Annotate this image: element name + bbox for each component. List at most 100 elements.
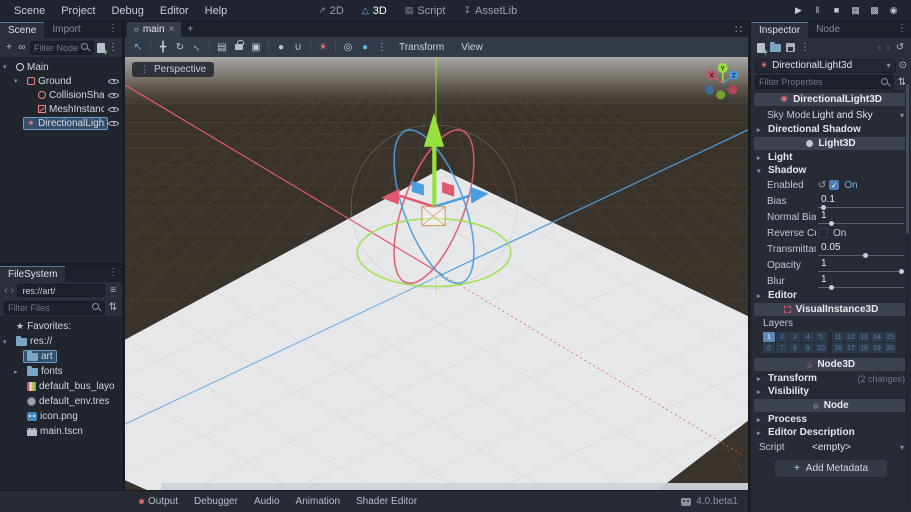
layer-cell-15[interactable]: 15 xyxy=(884,332,896,342)
bottom-panel-output[interactable]: Output xyxy=(131,494,186,509)
layer-cell-20[interactable]: 20 xyxy=(884,343,896,353)
revert-icon[interactable]: ↺ xyxy=(818,180,826,191)
play-scene-button[interactable]: ▦ xyxy=(848,5,863,16)
sun-preview-button[interactable]: ☀ xyxy=(315,42,331,53)
category-visualinstance3d[interactable]: VisualInstance3D xyxy=(754,303,908,316)
viewport-menu-transform[interactable]: Transform xyxy=(391,42,452,53)
workspace-tab-script[interactable]: ▤Script xyxy=(396,4,455,18)
tree-row[interactable]: ▾res:// xyxy=(0,334,122,349)
layer-cell-18[interactable]: 18 xyxy=(858,343,870,353)
snap-button[interactable]: ∪ xyxy=(290,42,306,53)
tree-item[interactable]: ☀DirectionalLight3d xyxy=(23,117,108,130)
section-editor-description[interactable]: ▸ Editor Description xyxy=(753,426,909,439)
category-light3d[interactable]: Light3D xyxy=(754,137,908,150)
property-slider[interactable]: 1 xyxy=(818,275,904,288)
layer-cell-4[interactable]: 4 xyxy=(802,332,814,342)
environment-preview-button[interactable]: ● xyxy=(357,42,373,53)
tree-item[interactable]: main.tscn xyxy=(23,425,87,438)
filesystem-menu-icon[interactable]: ⋮ xyxy=(104,266,122,282)
lock-button[interactable] xyxy=(231,41,247,53)
tab-inspector[interactable]: Inspector xyxy=(751,22,808,38)
new-scene-tab-button[interactable]: + xyxy=(181,22,199,37)
group-button[interactable]: ▣ xyxy=(248,42,264,53)
close-icon[interactable]: × xyxy=(169,24,175,35)
play-button[interactable]: ▶ xyxy=(791,5,806,16)
tab-filesystem[interactable]: FileSystem xyxy=(0,266,65,282)
history-icon[interactable]: ↺ xyxy=(895,42,905,53)
tree-item[interactable]: res:// xyxy=(12,335,56,348)
tree-item[interactable]: default_bus_layout.tres xyxy=(23,380,119,393)
layer-cell-12[interactable]: 12 xyxy=(845,332,857,342)
category-node[interactable]: ○ Node xyxy=(754,399,908,412)
checkbox[interactable] xyxy=(818,228,828,238)
tree-row[interactable]: art xyxy=(0,349,122,364)
tree-row[interactable]: CollisionShape3d xyxy=(0,88,122,102)
tree-item[interactable]: fonts xyxy=(23,365,67,378)
tree-row[interactable]: ▾Ground xyxy=(0,74,122,88)
scene-tab-main[interactable]: ○ main × xyxy=(127,22,181,37)
resource-menu-icon[interactable]: ⋮ xyxy=(800,42,810,53)
inspector-menu-icon[interactable]: ⋮ xyxy=(893,22,911,38)
layer-cell-11[interactable]: 11 xyxy=(832,332,844,342)
menu-scene[interactable]: Scene xyxy=(6,2,53,20)
slider-handle[interactable] xyxy=(829,285,834,290)
movie-maker-button[interactable]: ◉ xyxy=(886,5,901,16)
section-light[interactable]: ▸ Light xyxy=(753,151,909,164)
visibility-toggle-icon[interactable] xyxy=(108,77,119,86)
tree-item[interactable]: icon.png xyxy=(23,410,82,423)
tree-item[interactable]: Ground xyxy=(23,75,75,88)
tree-row[interactable]: ▸fonts xyxy=(0,364,122,379)
expander-icon[interactable]: ▾ xyxy=(14,77,23,85)
stop-button[interactable]: ■ xyxy=(829,5,844,16)
slider-handle[interactable] xyxy=(899,269,904,274)
layer-cell-9[interactable]: 9 xyxy=(802,343,814,353)
menu-editor[interactable]: Editor xyxy=(152,2,197,20)
layer-cell-6[interactable]: 6 xyxy=(763,343,775,353)
fs-sort-icon[interactable]: ⇅ xyxy=(108,302,118,313)
bottom-panel-shader-editor[interactable]: Shader Editor xyxy=(348,494,425,509)
layer-cell-7[interactable]: 7 xyxy=(776,343,788,353)
layer-cell-17[interactable]: 17 xyxy=(845,343,857,353)
scene-tree-menu-icon[interactable]: ⋮ xyxy=(108,42,118,53)
inspector-scrollbar[interactable] xyxy=(905,82,910,504)
workspace-tab-assetlib[interactable]: ↧AssetLib xyxy=(454,4,526,18)
move-tool-button[interactable]: ╋ xyxy=(155,42,171,53)
tree-item[interactable]: Main xyxy=(12,61,53,74)
section-process[interactable]: ▸ Process xyxy=(753,413,909,426)
property-slider[interactable]: 1 xyxy=(818,259,904,272)
slider-handle[interactable] xyxy=(829,221,834,226)
tree-item[interactable]: default_env.tres xyxy=(23,395,113,408)
tree-item[interactable]: MeshInstance3d xyxy=(34,103,108,116)
filter-properties-input[interactable] xyxy=(759,77,879,87)
workspace-tab-2d[interactable]: ↗2D xyxy=(309,4,353,18)
tree-row[interactable]: icon.png xyxy=(0,409,122,424)
expander-icon[interactable]: ▾ xyxy=(3,63,12,71)
layer-cell-2[interactable]: 2 xyxy=(776,332,788,342)
fs-forward-button[interactable]: › xyxy=(11,286,15,296)
viewport-menu-view[interactable]: View xyxy=(453,42,491,53)
filter-node-input[interactable] xyxy=(34,43,79,53)
viewport-3d[interactable]: X Y Z ⋮ Perspe xyxy=(125,57,748,490)
menu-help[interactable]: Help xyxy=(197,2,236,20)
instance-scene-button[interactable]: ∞ xyxy=(17,42,27,53)
script-dropdown[interactable]: <empty> ▾ xyxy=(812,442,904,453)
distraction-free-icon[interactable]: ∷ xyxy=(729,22,748,37)
property-slider[interactable]: 1 xyxy=(818,211,904,224)
fs-display-mode-icon[interactable]: ≡ xyxy=(108,285,118,296)
history-forward-button[interactable]: › xyxy=(886,43,890,53)
new-resource-button[interactable] xyxy=(757,43,765,53)
layer-cell-1[interactable]: 1 xyxy=(763,332,775,342)
expander-icon[interactable]: ▸ xyxy=(14,368,23,376)
tab-import[interactable]: Import xyxy=(44,22,88,38)
bottom-panel-animation[interactable]: Animation xyxy=(288,494,348,509)
tab-node[interactable]: Node xyxy=(808,22,848,38)
layer-cell-10[interactable]: 10 xyxy=(815,343,827,353)
load-resource-button[interactable] xyxy=(770,44,781,52)
section-editor[interactable]: ▸ Editor xyxy=(753,289,909,302)
tree-row[interactable]: ☀DirectionalLight3d xyxy=(0,116,122,130)
select-tool-button[interactable]: ↖ xyxy=(130,42,146,53)
bottom-panel-debugger[interactable]: Debugger xyxy=(186,494,246,509)
layer-cell-8[interactable]: 8 xyxy=(789,343,801,353)
tab-scene[interactable]: Scene xyxy=(0,22,44,38)
bottom-panel-audio[interactable]: Audio xyxy=(246,494,288,509)
